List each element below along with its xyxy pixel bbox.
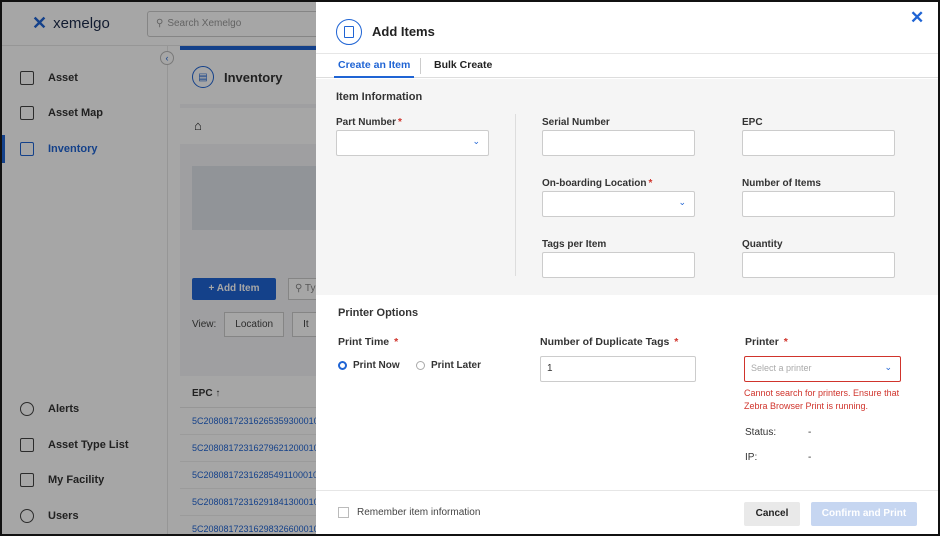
- onboarding-location-dropdown[interactable]: ⌄: [542, 191, 695, 217]
- required-marker: *: [671, 336, 679, 348]
- field-label-text: Printer: [745, 336, 779, 348]
- number-of-items-field[interactable]: [742, 191, 895, 217]
- cancel-button[interactable]: Cancel: [744, 502, 800, 526]
- remember-item-checkbox[interactable]: Remember item information: [338, 507, 480, 518]
- checkbox-icon: [338, 507, 349, 518]
- part-number-dropdown[interactable]: ⌄: [336, 130, 489, 156]
- ip-label: IP:: [745, 452, 758, 463]
- close-icon[interactable]: ✕: [910, 8, 924, 28]
- tab-bulk-create[interactable]: Bulk Create: [430, 54, 496, 78]
- column-divider: [515, 114, 516, 276]
- field-label-text: Part Number: [336, 117, 397, 128]
- field-label-text: Print Time: [338, 336, 390, 348]
- status-label: Status:: [745, 427, 777, 438]
- duplicate-tags-label: Number of Duplicate Tags *: [540, 336, 678, 348]
- quantity-label: Quantity: [742, 239, 783, 250]
- tab-divider: [420, 58, 421, 74]
- checkbox-label: Remember item information: [357, 507, 481, 518]
- chevron-down-icon: ⌄: [472, 136, 480, 146]
- modal-footer: Remember item information Cancel Confirm…: [316, 490, 938, 534]
- tags-per-item-label: Tags per Item: [542, 239, 607, 250]
- chevron-down-icon: ⌄: [678, 197, 686, 207]
- printer-options-section: Printer Options Print Time * Print Now P…: [316, 295, 938, 490]
- print-now-radio[interactable]: Print Now: [338, 360, 400, 371]
- quantity-field[interactable]: [742, 252, 895, 278]
- required-marker: *: [780, 336, 788, 348]
- add-items-modal: Add Items ✕ Create an Item Bulk Create I…: [316, 2, 938, 534]
- printer-label: Printer *: [745, 336, 788, 348]
- radio-label: Print Later: [431, 360, 482, 371]
- required-marker: *: [391, 336, 399, 348]
- tags-per-item-field[interactable]: [542, 252, 695, 278]
- radio-unselected-icon: [416, 361, 425, 370]
- print-later-radio[interactable]: Print Later: [416, 360, 481, 371]
- required-marker: *: [398, 117, 402, 128]
- modal-header: Add Items ✕: [316, 2, 938, 54]
- required-marker: *: [648, 178, 653, 189]
- onboarding-location-label: On-boarding Location *: [542, 178, 652, 189]
- field-label-text: Number of Duplicate Tags: [540, 336, 670, 348]
- printer-placeholder: Select a printer: [751, 363, 812, 373]
- section-title: Printer Options: [338, 307, 419, 319]
- radio-label: Print Now: [353, 360, 400, 371]
- number-of-items-label: Number of Items: [742, 178, 821, 189]
- print-time-label: Print Time *: [338, 336, 398, 348]
- section-title: Item Information: [336, 91, 423, 103]
- item-information-section: Item Information Part Number * ⌄ Serial N…: [316, 79, 938, 295]
- serial-number-field[interactable]: [542, 130, 695, 156]
- chevron-down-icon: ⌄: [884, 362, 892, 372]
- status-value: -: [808, 427, 812, 438]
- epc-label: EPC: [742, 117, 763, 128]
- printer-select[interactable]: Select a printer ⌄: [744, 356, 901, 382]
- serial-number-label: Serial Number: [542, 117, 610, 128]
- tab-create-an-item[interactable]: Create an Item: [334, 54, 415, 78]
- part-number-label: Part Number *: [336, 117, 402, 128]
- field-label-text: On-boarding Location: [542, 178, 647, 189]
- duplicate-tags-field[interactable]: 1: [540, 356, 696, 382]
- ip-value: -: [808, 452, 812, 463]
- screen-frame: ✕ xemelgo ⚲ Search Xemelgo Asset Asset M…: [0, 0, 940, 536]
- radio-selected-icon: [338, 361, 347, 370]
- confirm-and-print-button[interactable]: Confirm and Print: [811, 502, 917, 526]
- printer-error-message: Cannot search for printers. Ensure that …: [744, 388, 900, 411]
- epc-field[interactable]: [742, 130, 895, 156]
- clipboard-icon: [336, 19, 362, 45]
- modal-title: Add Items: [372, 24, 435, 39]
- modal-tabs: Create an Item Bulk Create: [316, 54, 938, 78]
